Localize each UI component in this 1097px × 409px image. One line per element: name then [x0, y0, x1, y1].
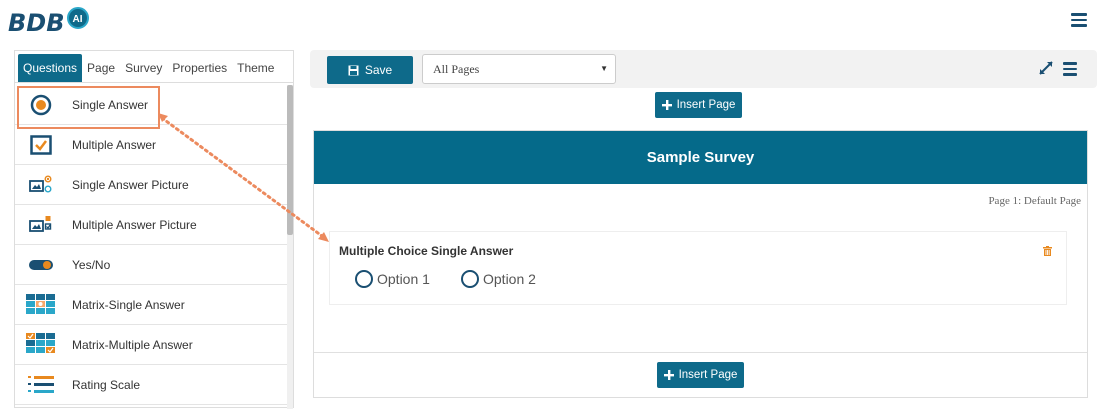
plus-icon	[661, 100, 672, 110]
picture-radio-icon	[25, 173, 57, 197]
option-2-radio[interactable]: Option 2	[461, 270, 536, 288]
insert-page-button-bottom[interactable]: Insert Page	[657, 362, 744, 388]
logo-badge: AI	[66, 7, 89, 29]
page-filter-value: All Pages	[433, 62, 480, 76]
question-type-rating-scale[interactable]: Rating Scale	[15, 365, 287, 405]
toolbar-menu-icon[interactable]	[1063, 62, 1077, 76]
question-type-label: Matrix-Multiple Answer	[72, 337, 193, 352]
tab-properties[interactable]: Properties	[167, 54, 232, 82]
option-1-radio[interactable]: Option 1	[355, 270, 430, 288]
question-type-yes-no[interactable]: Yes/No	[15, 245, 287, 285]
tab-theme[interactable]: Theme	[232, 54, 279, 82]
palette-tabs: Questions Page Survey Properties Theme	[15, 51, 293, 83]
question-type-multiple-answer-picture[interactable]: Multiple Answer Picture	[15, 205, 287, 245]
editor-toolbar: Save All Pages ▼	[310, 50, 1097, 88]
main-menu-icon[interactable]	[1071, 13, 1087, 27]
question-type-single-answer[interactable]: Single Answer	[15, 85, 287, 125]
survey-title[interactable]: Sample Survey	[314, 131, 1087, 184]
question-type-label: Single Answer Picture	[72, 177, 189, 192]
option-label: Option 1	[377, 271, 430, 287]
question-palette-panel: Questions Page Survey Properties Theme S…	[14, 50, 294, 409]
matrix-single-icon	[25, 293, 57, 317]
radio-button[interactable]	[461, 270, 479, 288]
option-label: Option 2	[483, 271, 536, 287]
question-type-multiple-answer[interactable]: Multiple Answer	[15, 125, 287, 165]
page-filter-select[interactable]: All Pages ▼	[422, 54, 616, 84]
expand-icon[interactable]	[1039, 61, 1053, 75]
question-type-matrix-multiple-answer[interactable]: Matrix-Multiple Answer	[15, 325, 287, 365]
question-type-list: Single Answer Multiple Answer Single Ans…	[15, 85, 287, 409]
question-type-label: Multiple Answer	[72, 137, 157, 152]
tab-questions[interactable]: Questions	[18, 54, 83, 82]
picture-checkbox-icon	[25, 213, 57, 237]
caret-down-icon: ▼	[600, 64, 608, 73]
rating-scale-icon	[25, 373, 57, 397]
question-type-label: Matrix-Single Answer	[72, 297, 185, 312]
question-type-label: Yes/No	[72, 257, 111, 272]
checkbox-icon	[25, 133, 57, 157]
matrix-multiple-icon	[25, 332, 57, 357]
logo-text: BDB	[8, 9, 65, 37]
question-list-scrollbar[interactable]	[287, 85, 293, 409]
plus-icon	[663, 370, 674, 380]
toggle-icon	[25, 253, 57, 277]
question-title[interactable]: Multiple Choice Single Answer	[339, 244, 513, 258]
insert-page-label: Insert Page	[676, 99, 736, 111]
save-button-label: Save	[364, 63, 393, 77]
insert-page-button-top[interactable]: Insert Page	[655, 92, 742, 118]
question-type-matrix-single-answer[interactable]: Matrix-Single Answer	[15, 285, 287, 325]
page-label: Page 1: Default Page	[988, 195, 1081, 207]
floppy-disk-icon	[348, 65, 359, 75]
radio-button[interactable]	[355, 270, 373, 288]
survey-canvas: Sample Survey Page 1: Default Page Multi…	[313, 130, 1088, 398]
question-type-label: Single Answer	[72, 97, 149, 112]
scrollbar-thumb[interactable]	[287, 85, 293, 235]
question-type-label: Rating Scale	[72, 377, 141, 392]
save-button[interactable]: Save	[327, 56, 413, 84]
logo: BDB AI	[8, 7, 89, 38]
card-divider	[314, 352, 1087, 353]
question-type-label: Multiple Answer Picture	[72, 217, 197, 232]
question-type-single-answer-picture[interactable]: Single Answer Picture	[15, 165, 287, 205]
tab-page[interactable]: Page	[82, 54, 120, 82]
trash-icon[interactable]	[1043, 246, 1052, 256]
top-bar: BDB AI	[0, 0, 1097, 44]
question-card[interactable]: Multiple Choice Single Answer Option 1 O…	[329, 231, 1067, 305]
insert-page-label: Insert Page	[678, 369, 738, 381]
tab-survey[interactable]: Survey	[120, 54, 167, 82]
radio-circle-icon	[25, 93, 57, 117]
